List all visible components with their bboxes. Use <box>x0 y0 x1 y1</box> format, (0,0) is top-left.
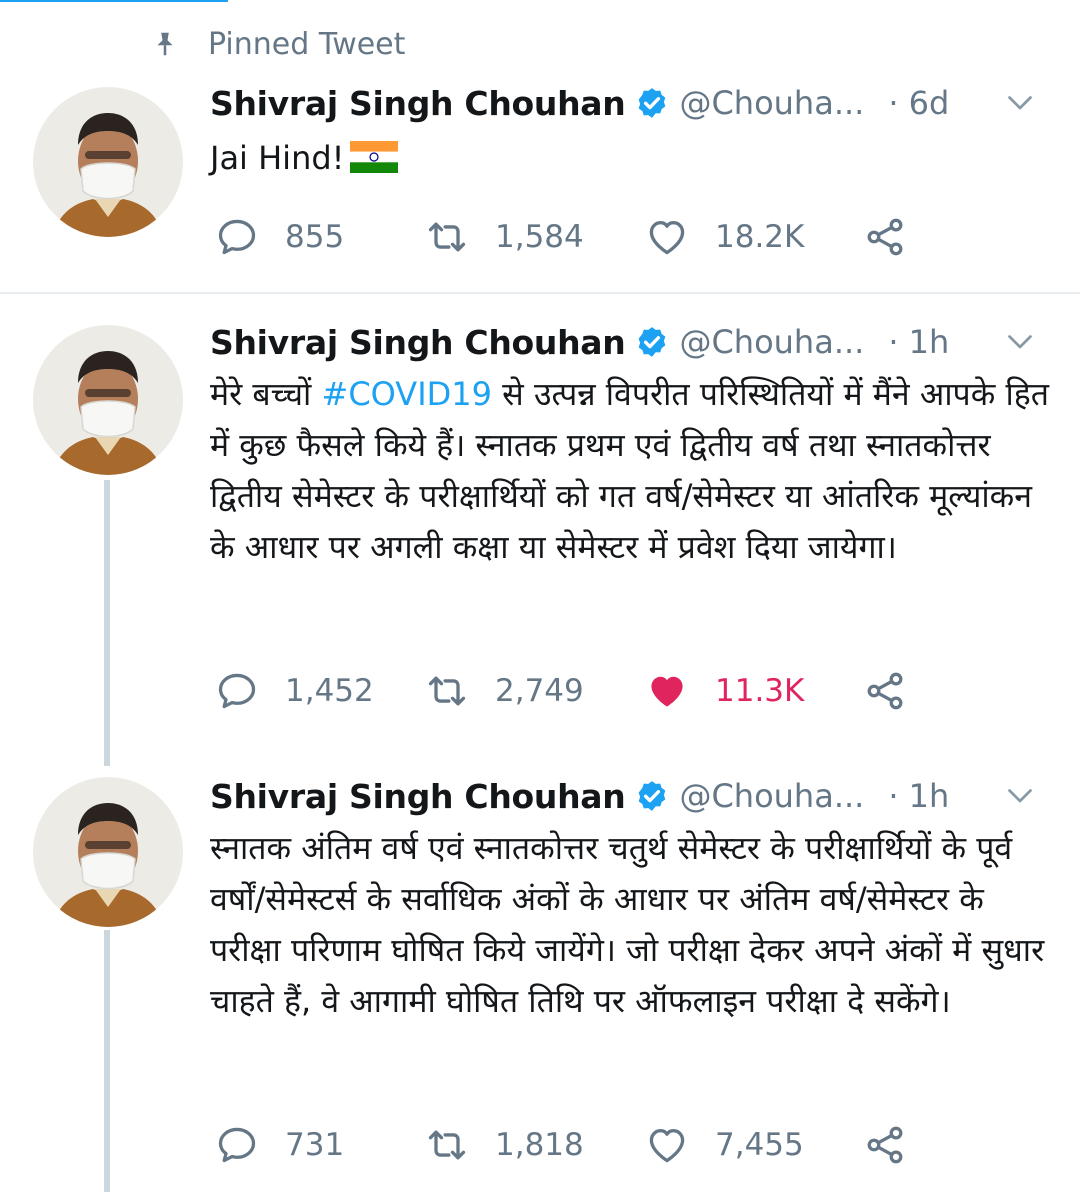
retweet-icon <box>425 1123 469 1167</box>
chevron-down-icon[interactable] <box>1002 84 1038 120</box>
tweet-header: Shivraj Singh Chouhan @Chouha... · 1h <box>210 771 1050 821</box>
chevron-down-icon[interactable] <box>1002 323 1038 359</box>
heart-icon <box>645 1123 689 1167</box>
retweet-icon <box>425 669 469 713</box>
tweet-actions: 731 1,818 7,455 <box>215 1120 935 1170</box>
pinned-tweet-label: Pinned Tweet <box>150 24 405 64</box>
share-button[interactable] <box>863 666 907 716</box>
reply-count: 855 <box>285 219 345 255</box>
verified-badge-icon <box>635 86 669 120</box>
share-icon <box>863 215 907 259</box>
author-name[interactable]: Shivraj Singh Chouhan <box>210 323 626 362</box>
reply-button[interactable]: 1,452 <box>215 666 374 716</box>
heart-filled-icon <box>645 669 689 713</box>
avatar[interactable] <box>33 87 183 237</box>
tweet-actions: 855 1,584 18.2K <box>215 212 935 262</box>
tweet-text: मेरे बच्चों #COVID19 से उत्पन्न विपरीत प… <box>210 369 1050 573</box>
reply-count: 1,452 <box>285 673 374 709</box>
thread-connector-line <box>104 930 110 1192</box>
active-tab-indicator <box>0 0 228 2</box>
tweet-text-content: Jai Hind! <box>210 139 345 177</box>
author-handle[interactable]: @Chouha... <box>679 323 864 361</box>
india-flag-emoji-icon <box>350 141 399 173</box>
like-button[interactable]: 18.2K <box>645 212 804 262</box>
reply-count: 731 <box>285 1127 345 1163</box>
retweet-count: 2,749 <box>495 673 584 709</box>
avatar[interactable] <box>33 325 183 475</box>
author-name[interactable]: Shivraj Singh Chouhan <box>210 84 626 123</box>
reply-icon <box>215 215 259 259</box>
retweet-button[interactable]: 1,584 <box>425 212 584 262</box>
author-handle[interactable]: @Chouha... <box>679 777 864 815</box>
retweet-button[interactable]: 1,818 <box>425 1120 584 1170</box>
reply-icon <box>215 669 259 713</box>
retweet-count: 1,584 <box>495 219 584 255</box>
like-button[interactable]: 7,455 <box>645 1120 804 1170</box>
tweet-header: Shivraj Singh Chouhan @Chouha... · 6d <box>210 78 1050 128</box>
tweet-timestamp[interactable]: · 6d <box>888 84 949 122</box>
verified-badge-icon <box>635 325 669 359</box>
share-button[interactable] <box>863 212 907 262</box>
tweet-timestamp[interactable]: · 1h <box>888 323 949 361</box>
tweet-text-content: स्नातक अंतिम वर्ष एवं स्नातकोत्तर चतुर्थ… <box>210 829 1045 1020</box>
author-name[interactable]: Shivraj Singh Chouhan <box>210 777 626 816</box>
pinned-label-text: Pinned Tweet <box>208 26 406 62</box>
like-count: 11.3K <box>715 673 805 709</box>
thread-connector-line <box>104 480 110 766</box>
tweet-text: स्नातक अंतिम वर्ष एवं स्नातकोत्तर चतुर्थ… <box>210 823 1050 1027</box>
like-count: 18.2K <box>715 219 805 255</box>
chevron-down-icon[interactable] <box>1002 777 1038 813</box>
tweet-header: Shivraj Singh Chouhan @Chouha... · 1h <box>210 317 1050 367</box>
tweet-text-pre: मेरे बच्चों <box>210 375 322 413</box>
heart-icon <box>645 215 689 259</box>
share-icon <box>863 1123 907 1167</box>
like-button[interactable]: 11.3K <box>645 666 804 716</box>
retweet-icon <box>425 215 469 259</box>
tweet-timestamp[interactable]: · 1h <box>888 777 949 815</box>
tweet-actions: 1,452 2,749 11.3K <box>215 666 935 716</box>
retweet-button[interactable]: 2,749 <box>425 666 584 716</box>
reply-button[interactable]: 855 <box>215 212 344 262</box>
hashtag-link[interactable]: #COVID19 <box>322 375 492 413</box>
tweet-text: Jai Hind! <box>210 133 1050 184</box>
avatar[interactable] <box>33 777 183 927</box>
like-count: 7,455 <box>715 1127 804 1163</box>
retweet-count: 1,818 <box>495 1127 584 1163</box>
share-icon <box>863 669 907 713</box>
share-button[interactable] <box>863 1120 907 1170</box>
pin-icon <box>157 32 173 56</box>
reply-icon <box>215 1123 259 1167</box>
author-handle[interactable]: @Chouha... <box>679 84 864 122</box>
tweet-divider <box>0 292 1080 294</box>
verified-badge-icon <box>635 779 669 813</box>
reply-button[interactable]: 731 <box>215 1120 344 1170</box>
